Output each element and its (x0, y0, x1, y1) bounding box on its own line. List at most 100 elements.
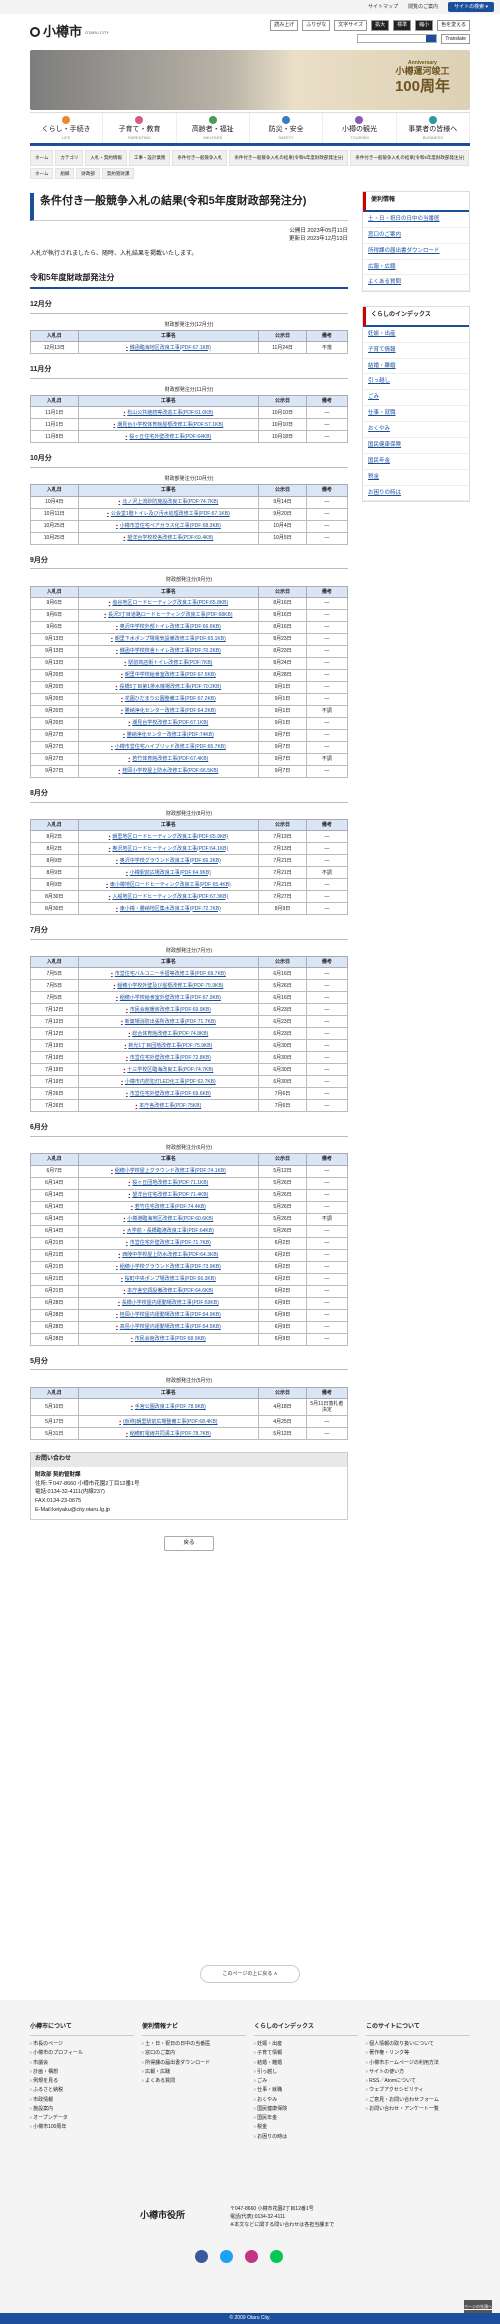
pdf-link[interactable]: 長沢3丁目道路ロードヒーティング改良工事(PDF:68KB) (104, 612, 232, 618)
gnav-item[interactable]: 事業者の皆様へ BUSINESS (397, 113, 470, 143)
breadcrumb-item[interactable]: 工事・設計業務 (128, 149, 171, 166)
footer-link[interactable]: お困りの時は (254, 2132, 358, 2141)
footer-link[interactable]: 妊娠・出産 (254, 2040, 358, 2049)
contact-line[interactable]: E-Mail:keiyaku@city.otaru.lg.jp (35, 1506, 343, 1515)
footer-link[interactable]: ごみ (254, 2077, 358, 2086)
pdf-link[interactable]: 東小樽・勝納地区集水改良工事(PDF:72.7KB) (116, 906, 221, 912)
line-icon[interactable] (270, 2250, 283, 2263)
footer-link[interactable]: 国民年金 (254, 2114, 358, 2123)
pdf-link[interactable]: 望洋台住宅改修工事(PDF:71.4KB) (128, 1192, 208, 1198)
pdf-link[interactable]: 手宮公園改良工事(PDF:78.9KB) (131, 1404, 206, 1410)
pdf-link[interactable]: 銭函中学校校舎トイレ改修工事(PDF:70.2KB) (116, 648, 221, 654)
footer-link[interactable]: ご意見・お問い合わせフォーム (366, 2095, 470, 2104)
pdf-link[interactable]: 市営住宅外壁改修工事(PDF:71.7KB) (126, 1240, 211, 1246)
footer-link[interactable]: 個人情報の取り扱いについて (366, 2040, 470, 2049)
footer-link[interactable]: 結婚・離婚 (254, 2058, 358, 2067)
tool-button[interactable]: 文字サイズ (334, 20, 368, 31)
tool-button[interactable]: 色を変える (437, 20, 470, 31)
translate-button[interactable]: Translate (441, 33, 470, 44)
pdf-link[interactable]: 小樽市営住宅ハイブリッド改修工事(PDF:65.7KB) (111, 744, 226, 750)
pdf-link[interactable]: 潮見台小学校体育館屋根改修工事(PDF:57.1KB) (113, 422, 223, 428)
side-link[interactable]: 窓口のご案内 (363, 228, 469, 244)
pdf-link[interactable]: 朝里下水ポンプ場電気設備改修工事(PDF:65.1KB) (111, 636, 226, 642)
footer-link[interactable]: 土・日・祝日の日中の当番医 (142, 2040, 246, 2049)
pdf-link[interactable]: 市営住宅外壁改修工事(PDF:72.8KB) (126, 1055, 211, 1061)
pdf-link[interactable]: 松山公共継続等改造工事(PDF:61.6KB) (123, 410, 213, 416)
pdf-link[interactable]: 小樽市営住宅ペアガラス化工事(PDF:68.3KB) (116, 523, 221, 529)
side-link[interactable]: おくやみ (363, 422, 469, 438)
breadcrumb-item[interactable]: ホーム (30, 149, 54, 166)
footer-link[interactable]: 引っ越し (254, 2067, 358, 2076)
pdf-link[interactable]: 稲穂小学校給食室外壁改修工事(PDF:67.9KB) (116, 995, 221, 1001)
tool-button[interactable]: 標準 (393, 20, 412, 31)
pdf-link[interactable]: 本庁舎改修工事(PDF:75KB) (136, 1103, 202, 1109)
footer-link[interactable]: 市政情報 (30, 2095, 134, 2104)
pdf-link[interactable]: 市民会館暖房改修工事(PDF:69.9KB) (126, 1007, 211, 1013)
footer-link[interactable]: おくやみ (254, 2095, 358, 2104)
go-top-button[interactable]: このページの上に戻る ∧ (200, 1965, 300, 1983)
footer-link[interactable]: 広報・広聴 (142, 2067, 246, 2076)
tool-button[interactable]: 読み上げ (270, 20, 299, 31)
pdf-link[interactable]: 高島小学校屋内運動場改修工事(PDF:64.5KB) (116, 1324, 221, 1330)
pdf-link[interactable]: 新光1丁目団地改修工事(PDF:75.9KB) (125, 1043, 213, 1049)
pdf-link[interactable]: 小樽駅前広場改良工事(PDF:64.9KB) (126, 870, 211, 876)
breadcrumb-item[interactable]: 入札・契約情報 (85, 149, 127, 166)
breadcrumb-item[interactable]: 条件付き一般競争入札 (172, 149, 228, 166)
footer-link[interactable]: ふるさと納税 (30, 2086, 134, 2095)
pdf-link[interactable]: 朝里中学校給食室改修工事(PDF:67.5KB) (121, 672, 216, 678)
pdf-link[interactable]: 市営住宅バルコニー手摺等改修工事(PDF:69.7KB) (111, 971, 226, 977)
footer-link[interactable]: 仕事・就職 (254, 2086, 358, 2095)
side-link[interactable]: 土・日・祝日の日中の当番医 (363, 212, 469, 228)
footer-link[interactable]: 小樽市ホームページの利用方法 (366, 2058, 470, 2067)
tool-button[interactable]: 拡大 (371, 20, 390, 31)
footer-link[interactable]: 市長のページ (30, 2040, 134, 2049)
tool-button[interactable]: 縮小 (415, 20, 434, 31)
pdf-link[interactable]: 長橋小学校屋内運動場改修工事(PDF:69KB) (118, 1300, 219, 1306)
pdf-link[interactable]: 桜ヶ丘団地改修工事(PDF:71.1KB) (128, 1180, 208, 1186)
footer-link[interactable]: 窓口のご案内 (142, 2049, 246, 2058)
pdf-link[interactable]: 稲穂小学校屋上グラウンド改修工事(PDF:74.1KB) (111, 1168, 226, 1174)
pdf-link[interactable]: 新築場消防出張所改修工事(PDF:71.7KB) (121, 1019, 216, 1025)
city-logo[interactable]: 小樽市 OTARU CITY (30, 24, 109, 40)
pdf-link[interactable]: 入船地区ロードヒーティング改良工事(PDF:67.3KB) (109, 894, 229, 900)
footer-link[interactable]: 税金 (254, 2123, 358, 2132)
footer-link[interactable]: オープンデータ (30, 2114, 134, 2123)
pdf-link[interactable]: (仮称)朝里駅前広場整備工事(PDF:68.4KB) (119, 1419, 217, 1425)
pdf-link[interactable]: 東小樽地区ロードヒーティング改良工事(PDF:65.4KB) (106, 882, 231, 888)
pdf-link[interactable]: 駅前商店街トイレ改修工事(PDF:7KB) (124, 660, 212, 666)
footer-link[interactable]: 計画・構想 (30, 2067, 134, 2076)
pdf-link[interactable]: 総合体育館改修工事(PDF:74.8KB) (128, 1031, 208, 1037)
side-link[interactable]: よくある質問 (363, 275, 469, 292)
instagram-icon[interactable] (245, 2250, 258, 2263)
breadcrumb-item[interactable]: カテゴリ (55, 149, 84, 166)
pdf-link[interactable]: 大学前・長橋臨港改良工事(PDF:64KB) (123, 1228, 214, 1234)
pdf-link[interactable]: 望洋台学校校舎改修工事(PDF:69.4KB) (123, 535, 213, 541)
breadcrumb-org-item[interactable]: 契約管財課 (101, 167, 135, 180)
side-link[interactable]: 結婚・離婚 (363, 359, 469, 375)
sitemap-link[interactable]: サイトマップ (368, 4, 398, 10)
search-icon[interactable] (426, 35, 437, 43)
footer-link[interactable]: 国民健康保険 (254, 2104, 358, 2113)
facebook-icon[interactable] (195, 2250, 208, 2263)
pdf-link[interactable]: 若竹体育館改修工事(PDF:67.4KB) (128, 756, 208, 762)
pdf-link[interactable]: 長橋5丁目第1排水機場改修工事(PDF:70.2KB) (116, 684, 221, 690)
side-link[interactable]: 国民年金 (363, 454, 469, 470)
breadcrumb-org-item[interactable]: 財政部 (76, 167, 100, 180)
howto-link[interactable]: 閲覧のご案内 (408, 4, 438, 10)
footer-link[interactable]: 小樽市100周年 (30, 2123, 134, 2132)
breadcrumb-org-item[interactable]: 組織 (55, 167, 75, 180)
side-link[interactable]: 仕事・就職 (363, 406, 469, 422)
twitter-icon[interactable] (220, 2250, 233, 2263)
footer-link[interactable]: 子育て情報 (254, 2049, 358, 2058)
pdf-link[interactable]: 小樽港臨海地区改修工事(PDF:60.6KB) (123, 1216, 213, 1222)
page-top-button[interactable]: ページの先頭へ (464, 2300, 492, 2314)
pdf-link[interactable]: 十三学校区臨海改良工事(PDF:74.7KB) (123, 1067, 213, 1073)
search-input[interactable] (357, 34, 438, 44)
side-link[interactable]: 妊娠・出産 (363, 327, 469, 343)
footer-link[interactable]: サイトの使い方 (366, 2067, 470, 2076)
pdf-link[interactable]: 奥沢中学校外部トイレ改修工事(PDF:66.6KB) (116, 624, 221, 630)
pdf-link[interactable]: 西陵中学校屋上防水改修工事(PDF:64.3KB) (118, 1252, 218, 1258)
pdf-link[interactable]: 本庁舎空調設備改修工事(PDF:64.6KB) (123, 1288, 213, 1294)
gnav-item[interactable]: 高齢者・福祉 WELFARE (177, 113, 250, 143)
pdf-link[interactable]: 若竹住宅改修工事(PDF:74.4KB) (131, 1204, 206, 1210)
